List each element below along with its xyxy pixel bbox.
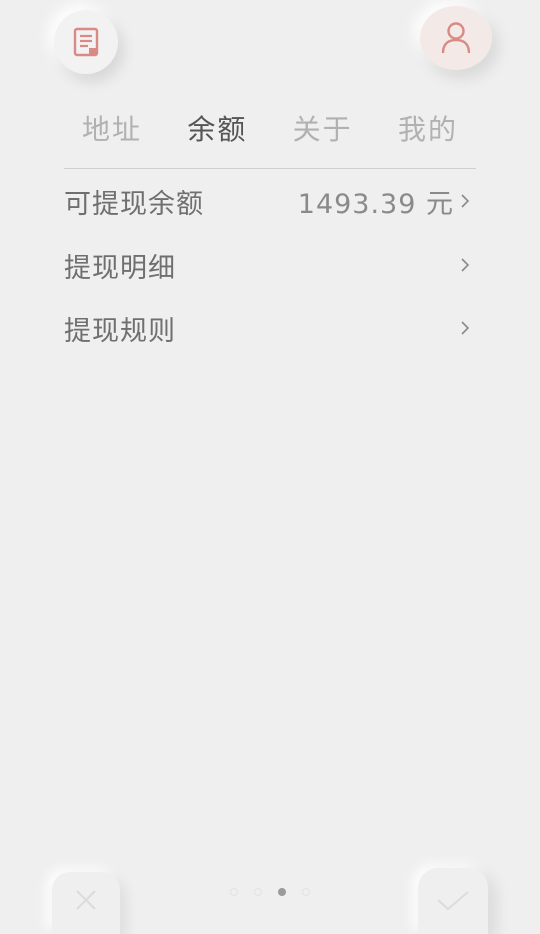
document-button[interactable] [54, 10, 118, 74]
page-dot [230, 888, 238, 896]
cancel-button[interactable] [52, 872, 120, 934]
balance-screen: 地址 余额 关于 我的 可提现余额 1493.39 元 提现明细 提现规则 [0, 0, 540, 934]
confirm-button[interactable] [418, 868, 488, 934]
page-dot [302, 888, 310, 896]
withdrawable-balance-label: 可提现余额 [64, 188, 204, 220]
withdrawable-balance-value: 1493.39 元 [297, 188, 454, 220]
chevron-right-icon [461, 321, 470, 335]
page-dot [254, 888, 262, 896]
withdraw-detail-label: 提现明细 [64, 252, 176, 284]
withdraw-rules-row[interactable]: 提现规则 [64, 303, 476, 353]
tab-balance[interactable]: 余额 [187, 108, 247, 152]
tab-divider [64, 168, 476, 169]
withdraw-detail-row[interactable]: 提现明细 [64, 240, 476, 290]
page-indicator [228, 886, 312, 898]
tab-about[interactable]: 关于 [293, 108, 353, 152]
chevron-right-icon [461, 194, 470, 208]
tab-mine[interactable]: 我的 [398, 108, 458, 152]
page-dot [278, 888, 286, 896]
check-icon [437, 891, 469, 911]
withdraw-rules-label: 提现规则 [64, 315, 176, 347]
profile-button[interactable] [420, 6, 492, 70]
chevron-right-icon [461, 258, 470, 272]
close-icon [76, 890, 96, 910]
document-icon [73, 27, 99, 57]
tab-address[interactable]: 地址 [82, 108, 142, 152]
withdrawable-balance-row[interactable]: 可提现余额 1493.39 元 [64, 176, 476, 226]
user-icon [441, 22, 471, 54]
tab-bar: 地址 余额 关于 我的 [64, 108, 476, 152]
